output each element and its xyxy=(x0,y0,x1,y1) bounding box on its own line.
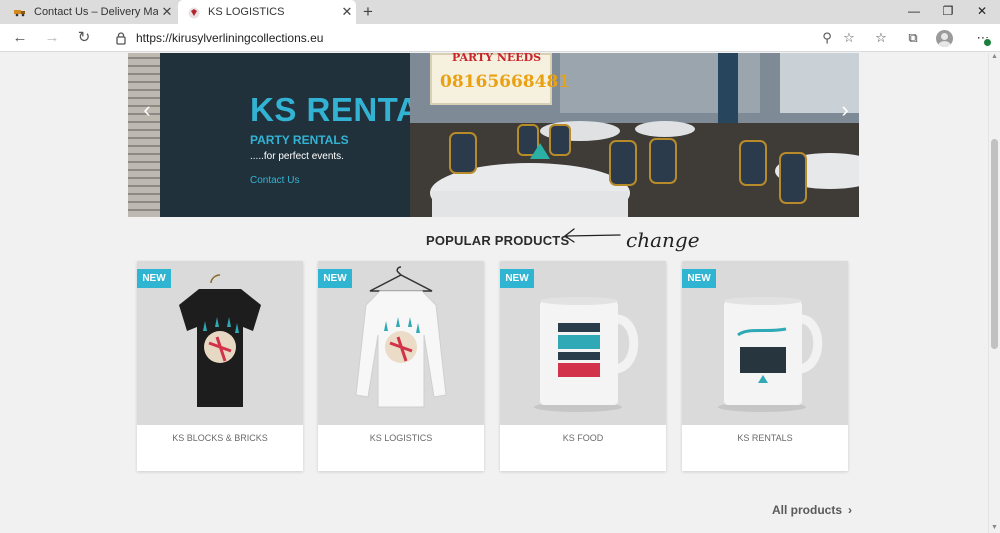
hero-panel: KS RENTALS PARTY RENTALS .....for perfec… xyxy=(160,53,463,217)
tab-ks-logistics[interactable]: KS LOGISTICS ✕ xyxy=(178,0,356,24)
tab-bar: Contact Us – Delivery Man ✕ KS LOGISTICS… xyxy=(0,0,1000,24)
product-card[interactable]: NEW KS LOGISTICS xyxy=(318,261,484,471)
product-name[interactable]: KS FOOD xyxy=(500,433,666,443)
notification-badge xyxy=(983,38,992,47)
favorites-icon[interactable]: ☆ xyxy=(870,28,892,48)
tab-contact-us[interactable]: Contact Us – Delivery Man ✕ xyxy=(0,0,176,24)
hero-subtitle: PARTY RENTALS xyxy=(250,133,349,147)
hero-tagline: .....for perfect events. xyxy=(250,151,344,162)
handwritten-annotation: change xyxy=(563,228,700,252)
back-icon[interactable]: ← xyxy=(10,28,30,48)
new-badge: NEW xyxy=(137,269,171,288)
event-hall-photo: PARTY NEEDS 08165668481 xyxy=(410,53,859,217)
product-image[interactable]: NEW xyxy=(318,261,484,425)
url-box[interactable]: https://kirusylverliningcollections.eu ⚲… xyxy=(106,27,860,49)
sign-phone: 08165668481 xyxy=(440,72,571,92)
lock-icon xyxy=(116,32,126,45)
product-name[interactable]: KS LOGISTICS xyxy=(318,433,484,443)
new-badge: NEW xyxy=(318,269,352,288)
product-card[interactable]: NEW KS BLOCKS & BRICKS xyxy=(137,261,303,471)
scroll-thumb[interactable] xyxy=(991,139,998,349)
hero-slider[interactable]: KS RENTALS PARTY RENTALS .....for perfec… xyxy=(128,53,859,217)
forward-icon[interactable]: → xyxy=(42,28,62,48)
close-tab-icon[interactable]: ✕ xyxy=(158,4,176,20)
new-badge: NEW xyxy=(500,269,534,288)
product-image[interactable]: NEW xyxy=(682,261,848,425)
sign-heading: PARTY NEEDS xyxy=(452,53,542,64)
product-image[interactable]: NEW xyxy=(500,261,666,425)
product-name[interactable]: KS RENTALS xyxy=(682,433,848,443)
reload-icon[interactable]: ↻ xyxy=(74,28,94,48)
page-scrollbar[interactable]: ▲ ▼ xyxy=(988,53,1000,533)
section-title: POPULAR PRODUCTS xyxy=(426,233,570,248)
collections-icon[interactable]: ⧉ xyxy=(902,28,924,48)
scroll-down-icon[interactable]: ▼ xyxy=(991,524,998,531)
annotation-text: change xyxy=(626,228,700,252)
new-tab-button[interactable]: + xyxy=(358,2,378,22)
product-card[interactable]: NEW KS FOOD xyxy=(500,261,666,471)
favorite-star-icon[interactable]: ☆ xyxy=(838,27,860,49)
tab-label: Contact Us – Delivery Man xyxy=(34,6,158,18)
profile-avatar[interactable] xyxy=(936,30,953,47)
chevron-right-icon[interactable]: › xyxy=(848,503,852,517)
delivery-truck-icon xyxy=(14,7,26,17)
product-image[interactable]: NEW xyxy=(137,261,303,425)
party-needs-sign: PARTY NEEDS 08165668481 xyxy=(430,53,570,105)
url-text[interactable]: https://kirusylverliningcollections.eu xyxy=(136,31,816,45)
address-bar: ← → ↻ https://kirusylverliningcollection… xyxy=(0,24,1000,52)
all-products-link[interactable]: All products xyxy=(772,503,842,517)
zoom-icon[interactable]: ⚲ xyxy=(816,27,838,49)
ks-logo-icon xyxy=(188,7,200,19)
new-badge: NEW xyxy=(682,269,716,288)
product-card[interactable]: NEW KS RENTALS xyxy=(682,261,848,471)
hero-contact-link[interactable]: Contact Us xyxy=(250,175,299,186)
close-tab-icon[interactable]: ✕ xyxy=(338,4,356,20)
popular-products-header: POPULAR PRODUCTS change xyxy=(0,228,988,252)
restore-icon[interactable]: ❐ xyxy=(932,0,964,24)
page-viewport: KS RENTALS PARTY RENTALS .....for perfec… xyxy=(0,53,988,533)
slider-next-icon[interactable]: › xyxy=(834,97,856,123)
tab-label: KS LOGISTICS xyxy=(208,6,285,18)
slider-prev-icon[interactable]: ‹ xyxy=(136,97,158,123)
scroll-up-icon[interactable]: ▲ xyxy=(991,53,998,60)
product-name[interactable]: KS BLOCKS & BRICKS xyxy=(137,433,303,443)
close-window-icon[interactable]: ✕ xyxy=(966,0,998,24)
bricks-image xyxy=(128,53,160,217)
minimize-icon[interactable]: — xyxy=(898,0,930,24)
